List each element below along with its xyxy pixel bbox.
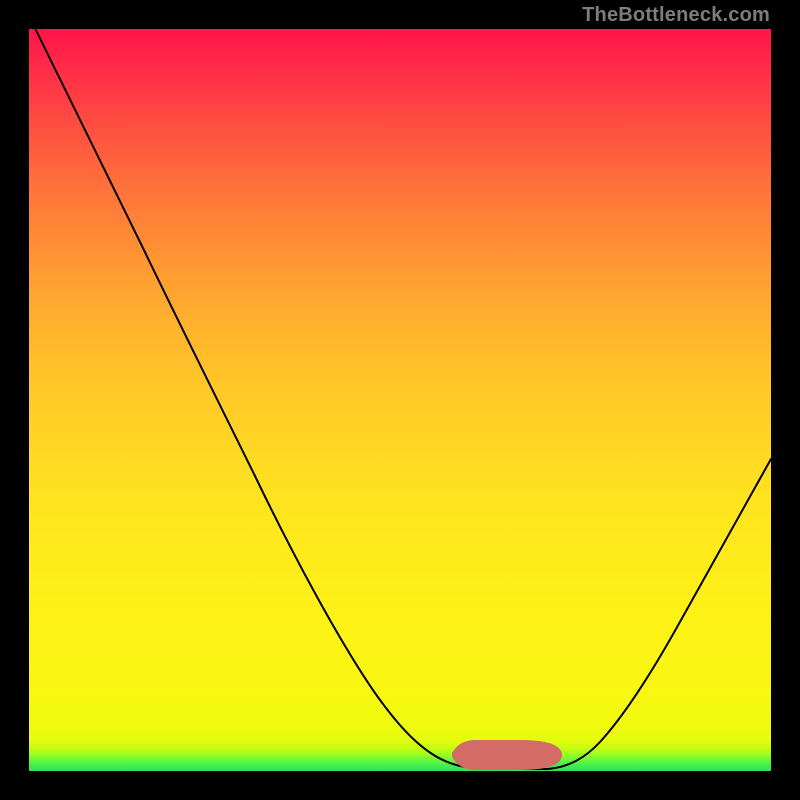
- chart-frame: TheBottleneck.com: [0, 0, 800, 800]
- bottleneck-curve: [29, 29, 771, 769]
- chart-svg: [29, 29, 771, 771]
- attribution-label: TheBottleneck.com: [582, 4, 770, 27]
- optimal-range-marker: [452, 740, 562, 770]
- plot-area: [29, 29, 771, 771]
